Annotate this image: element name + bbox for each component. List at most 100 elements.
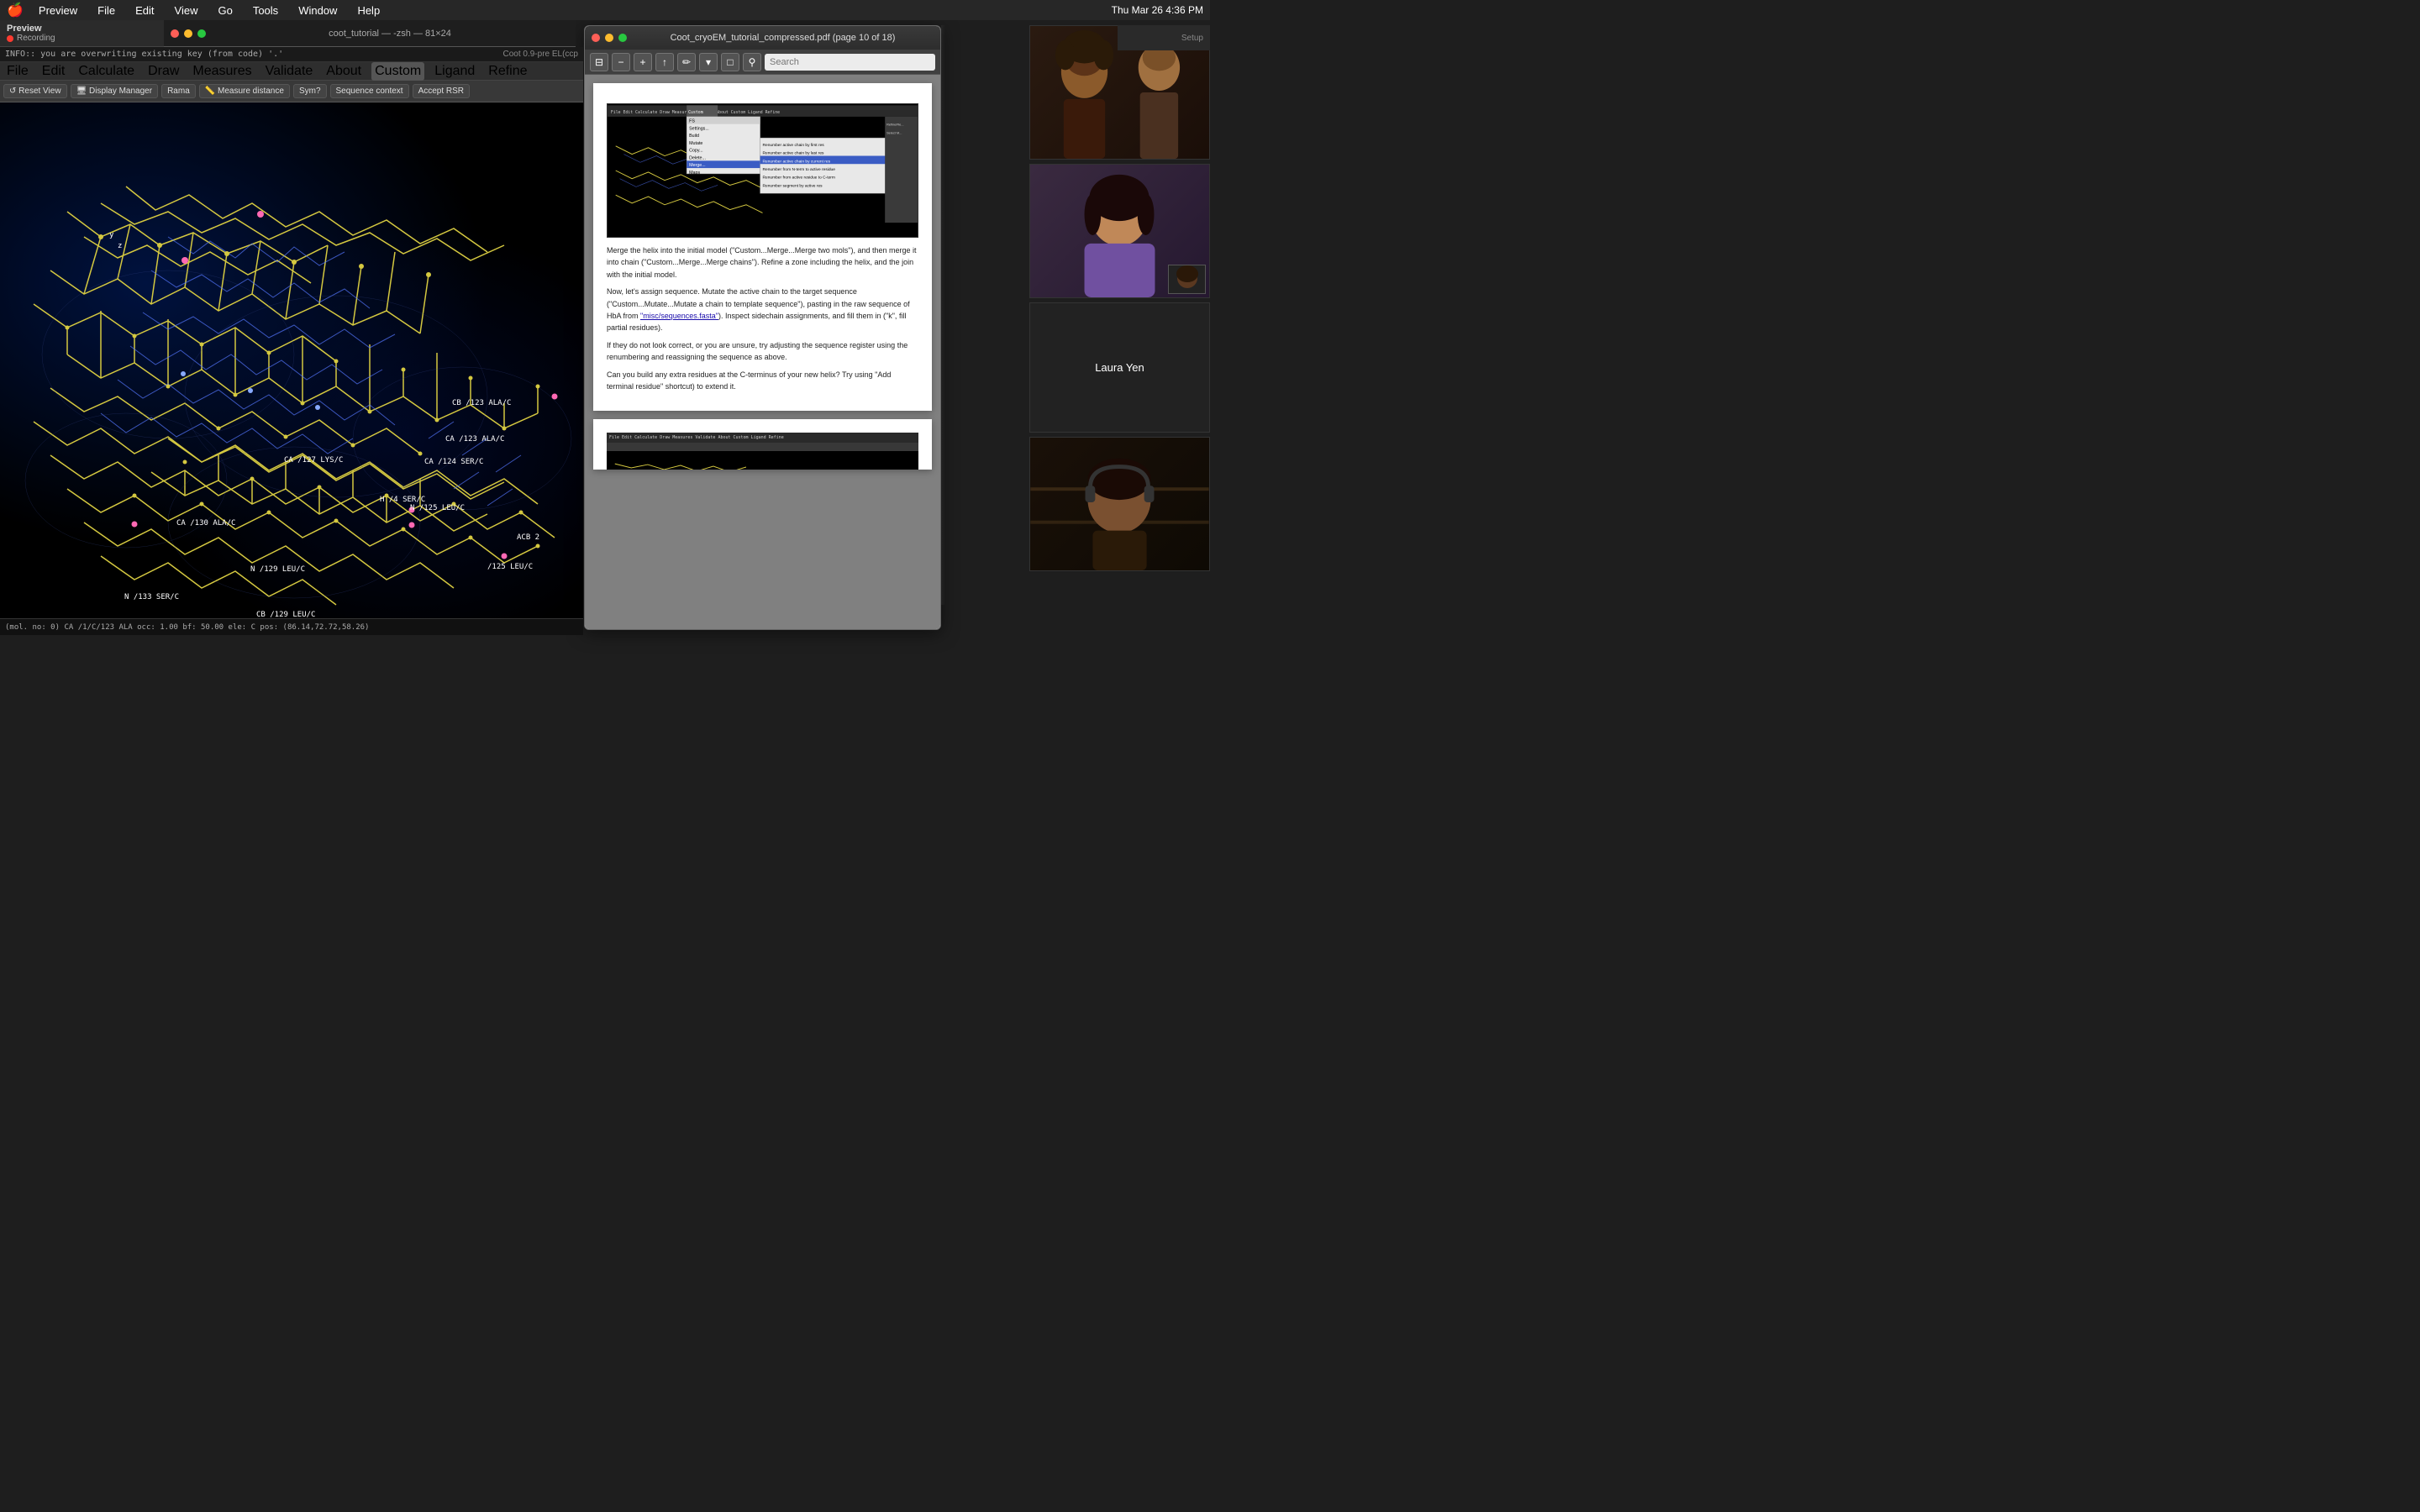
pdf-text-assign: Now, let's assign sequence. Mutate the a… (607, 286, 918, 334)
mac-menubar: 🍎 Preview File Edit View Go Tools Window… (0, 0, 1210, 20)
svg-text:CA /123 ALA/C: CA /123 ALA/C (445, 435, 504, 444)
pdf-magnify[interactable]: ⚲ (743, 53, 761, 71)
apple-menu-icon[interactable]: 🍎 (7, 2, 24, 18)
svg-text:N /129 LEU/C: N /129 LEU/C (250, 565, 305, 574)
svg-text:CA /127 LYS/C: CA /127 LYS/C (284, 456, 343, 465)
pdf-content[interactable]: File Edit Calculate Draw Measures Valida… (585, 75, 940, 629)
menubar-datetime: Thu Mar 26 4:36 PM (1112, 4, 1203, 16)
svg-text:Renumber from active residue t: Renumber from active residue to C-term (763, 176, 835, 181)
coot-menu-about[interactable]: About (323, 62, 365, 81)
terminal-zoom-btn[interactable] (197, 29, 206, 38)
pdf-page-1: File Edit Calculate Draw Measures Valida… (593, 83, 932, 411)
right-separator (941, 25, 945, 605)
svg-text:Maps: Maps (689, 171, 700, 176)
menubar-edit[interactable]: Edit (130, 3, 159, 18)
svg-text:Custom: Custom (688, 110, 703, 115)
pdf-zoom-out[interactable]: − (612, 53, 630, 71)
coot-menu-file[interactable]: File (3, 62, 32, 81)
coot-info-text: INFO:: you are overwriting existing key … (5, 50, 283, 59)
menubar-view[interactable]: View (170, 3, 203, 18)
pdf-minimize-btn[interactable] (605, 34, 613, 42)
rama-btn[interactable]: Rama (161, 84, 196, 98)
svg-text:Mutate: Mutate (689, 141, 702, 146)
svg-text:Settings...: Settings... (689, 126, 709, 131)
svg-text:FS: FS (689, 119, 695, 124)
svg-text:H /4 SER/C: H /4 SER/C (380, 496, 425, 504)
svg-text:Delete...: Delete... (689, 155, 706, 160)
pdf-share[interactable]: ↑ (655, 53, 674, 71)
pdf-sidebar-toggle[interactable]: ⊟ (590, 53, 608, 71)
coot-menu-edit[interactable]: Edit (39, 62, 69, 81)
laura-yen-name: Laura Yen (1095, 361, 1144, 374)
app-title: Preview (7, 24, 157, 34)
video-panel-mid (1029, 164, 1210, 298)
pdf-annotate2[interactable]: □ (721, 53, 739, 71)
svg-text:Refine/Re...: Refine/Re... (886, 123, 903, 127)
top-right-control: Setup (1118, 25, 1210, 50)
pdf-search-input[interactable] (765, 54, 935, 71)
preview-recording-header: Preview Recording (0, 20, 164, 47)
coot-status-text: (mol. no: 0) CA /1/C/123 ALA occ: 1.00 b… (5, 623, 369, 632)
terminal-title: coot_tutorial — -zsh — 81×24 (329, 29, 451, 39)
svg-text:Copy...: Copy... (689, 149, 702, 154)
pdf-markup[interactable]: ✏ (677, 53, 696, 71)
svg-text:N /125 LEU/C: N /125 LEU/C (410, 504, 465, 512)
svg-text:CA /130 ALA/C: CA /130 ALA/C (176, 519, 235, 528)
coot-window-title: Coot 0.9-pre EL(ccp (503, 50, 579, 59)
coot-menu-validate[interactable]: Validate (262, 62, 317, 81)
recording-indicator: Recording (7, 34, 157, 43)
menubar-file[interactable]: File (92, 3, 120, 18)
coot-menu-draw[interactable]: Draw (145, 62, 182, 81)
svg-text:y: y (109, 231, 114, 239)
reset-view-btn[interactable]: ↺ Reset View (3, 84, 67, 98)
terminal-minimize-btn[interactable] (184, 29, 192, 38)
coot-toolbar: ↺ Reset View 🖥 Display Manager Rama 📏 Me… (0, 81, 583, 102)
svg-text:N /133 SER/C: N /133 SER/C (124, 593, 179, 601)
svg-text:ACB 2: ACB 2 (517, 533, 539, 542)
pdf-window: Coot_cryoEM_tutorial_compressed.pdf (pag… (584, 25, 941, 630)
coot-menu-calculate[interactable]: Calculate (75, 62, 138, 81)
coot-menu-refine[interactable]: Refine (485, 62, 530, 81)
menubar-go[interactable]: Go (213, 3, 237, 18)
coot-menu-ligand[interactable]: Ligand (431, 62, 478, 81)
pdf-close-btn[interactable] (592, 34, 600, 42)
svg-text:Renumber active chain by first: Renumber active chain by first res (763, 143, 825, 148)
svg-text:Merge...: Merge... (689, 163, 706, 168)
sequence-context-btn[interactable]: Sequence context (330, 84, 409, 98)
coot-menubar: File Edit Calculate Draw Measures Valida… (0, 62, 583, 81)
pdf-coot-screenshot: File Edit Calculate Draw Measures Valida… (607, 103, 918, 238)
pdf-text-incorrect: If they do not look correct, or you are … (607, 339, 918, 364)
terminal-close-btn[interactable] (171, 29, 179, 38)
svg-text:Renumber from N-term to active: Renumber from N-term to active residue (763, 167, 836, 172)
menubar-help[interactable]: Help (352, 3, 385, 18)
pdf-toolbar: ⊟ − + ↑ ✏ ▾ □ ⚲ (585, 50, 940, 75)
svg-text:Renumber segment by active res: Renumber segment by active res (763, 183, 823, 188)
accept-rsr-btn[interactable]: Accept RSR (413, 84, 470, 98)
svg-text:Select M...: Select M... (886, 130, 902, 134)
pdf-text-merge: Merge the helix into the initial model (… (607, 244, 918, 281)
pdf-zoom-in[interactable]: + (634, 53, 652, 71)
pdf-zoom-btn[interactable] (618, 34, 627, 42)
pdf-link-sequences[interactable]: "misc/sequences.fasta" (640, 312, 718, 320)
video-panel-laura-yen: Laura Yen (1029, 302, 1210, 433)
coot-menu-custom[interactable]: Custom (371, 62, 424, 81)
menubar-preview[interactable]: Preview (34, 3, 82, 18)
menubar-tools[interactable]: Tools (248, 3, 283, 18)
display-manager-btn[interactable]: 🖥 Display Manager (71, 84, 159, 98)
mol-viewer-canvas[interactable]: CB /123 ALA/C CA /123 ALA/C CA /127 LYS/… (0, 102, 583, 618)
coot-status-bar: (mol. no: 0) CA /1/C/123 ALA occ: 1.00 b… (0, 618, 583, 635)
pdf-annotate-dropdown[interactable]: ▾ (699, 53, 718, 71)
svg-text:CA /124 SER/C: CA /124 SER/C (424, 458, 483, 466)
sym-btn[interactable]: Sym? (293, 84, 327, 98)
menubar-window[interactable]: Window (293, 3, 342, 18)
measure-distance-btn[interactable]: 📏 Measure distance (199, 84, 290, 98)
recording-label: Recording (17, 34, 55, 43)
mol-svg: CB /123 ALA/C CA /123 ALA/C CA /127 LYS/… (0, 102, 583, 618)
svg-text:z: z (118, 242, 122, 250)
pdf-text-terminal: Can you build any extra residues at the … (607, 369, 918, 393)
svg-text:CB /129 LEU/C: CB /129 LEU/C (256, 611, 315, 618)
svg-text:Renumber active chain by last: Renumber active chain by last res (763, 151, 825, 156)
video-panel-bot (1029, 437, 1210, 571)
svg-text:Renumber active chain by curre: Renumber active chain by current res (763, 159, 831, 164)
coot-menu-measures[interactable]: Measures (189, 62, 255, 81)
